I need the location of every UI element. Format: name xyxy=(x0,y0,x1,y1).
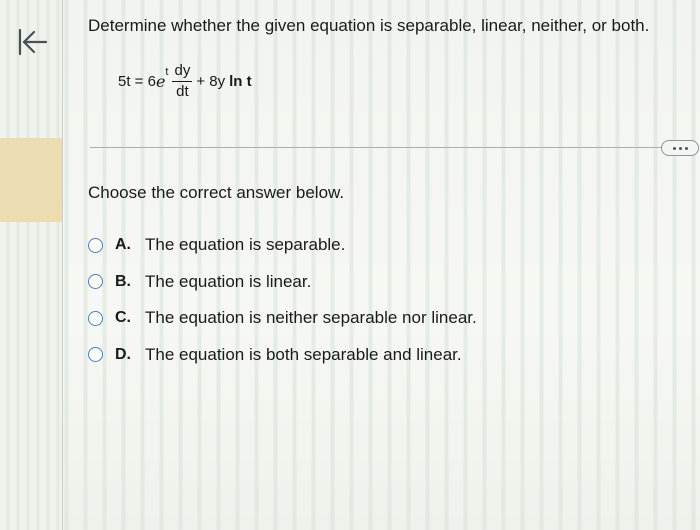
option-letter: C. xyxy=(115,309,131,326)
equation-log-term: ln t xyxy=(229,72,252,90)
fraction-numerator: dy xyxy=(174,61,191,79)
equation-lhs: 5t = 6 xyxy=(118,72,156,90)
fraction-bar xyxy=(172,80,193,82)
current-question-marker xyxy=(0,138,62,222)
option-letter: A. xyxy=(115,236,131,253)
option-a[interactable]: A. The equation is separable. xyxy=(88,233,477,257)
answer-prompt: Choose the correct answer below. xyxy=(88,183,345,202)
option-text: The equation is linear. xyxy=(145,271,312,291)
section-divider xyxy=(90,147,668,148)
option-c[interactable]: C. The equation is neither separable nor… xyxy=(88,306,477,330)
option-text: The equation is both separable and linea… xyxy=(145,344,462,364)
answer-options: A. The equation is separable. B. The equ… xyxy=(88,233,477,379)
option-text: The equation is neither separable nor li… xyxy=(145,308,477,327)
radio-button-d[interactable] xyxy=(88,347,103,362)
more-options-button[interactable] xyxy=(661,140,699,156)
ellipsis-icon xyxy=(672,146,688,150)
option-d[interactable]: D. The equation is both separable and li… xyxy=(88,343,477,367)
derivative-fraction: dy dt xyxy=(172,61,193,101)
option-b[interactable]: B. The equation is linear. xyxy=(88,270,477,294)
radio-button-b[interactable] xyxy=(88,274,103,289)
equation: 5t = 6 e t dy dt + 8y ln t xyxy=(118,56,252,106)
back-to-start-button[interactable] xyxy=(14,26,50,58)
fraction-denominator: dt xyxy=(176,82,189,100)
back-to-start-icon xyxy=(18,28,48,56)
equation-exp-base: e xyxy=(155,71,166,91)
equation-term: + 8y xyxy=(196,72,226,90)
question-text: Determine whether the given equation is … xyxy=(88,16,650,35)
option-letter: D. xyxy=(115,345,131,363)
radio-button-a[interactable] xyxy=(88,237,103,253)
option-text: The equation is separable. xyxy=(145,235,346,254)
gutter-divider xyxy=(62,0,63,530)
equation-exp-power: t xyxy=(165,66,169,78)
left-gutter xyxy=(0,0,62,530)
option-letter: B. xyxy=(115,272,131,290)
radio-button-c[interactable] xyxy=(88,310,103,326)
